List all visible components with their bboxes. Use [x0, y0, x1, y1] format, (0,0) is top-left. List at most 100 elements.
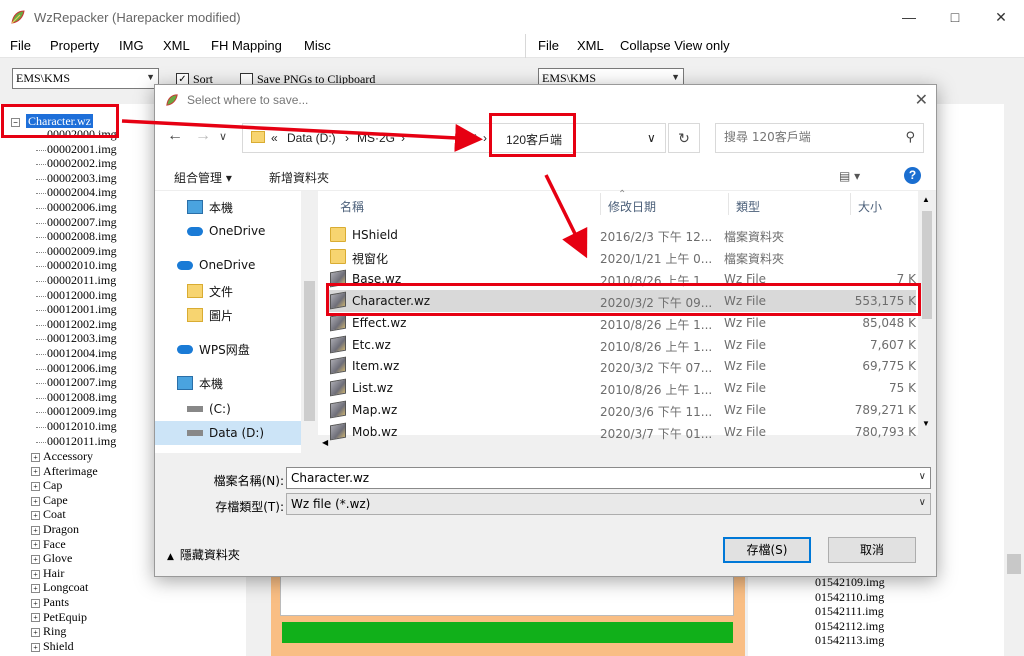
- tree-img-item[interactable]: 00012002.img: [47, 317, 117, 331]
- refresh-button[interactable]: ↻: [668, 123, 700, 153]
- file-row[interactable]: HShield 2016/2/3 下午 12... 檔案資料夾: [326, 224, 916, 246]
- save-button[interactable]: 存檔(S): [723, 537, 811, 563]
- expand-icon[interactable]: +: [31, 481, 40, 491]
- tree-folder-item[interactable]: + Ring: [31, 624, 66, 638]
- tree-img-item[interactable]: 00012006.img: [47, 361, 117, 375]
- search-input[interactable]: [724, 130, 894, 144]
- chevron-down-icon[interactable]: ∨: [919, 471, 926, 482]
- menu-img[interactable]: IMG: [119, 38, 144, 53]
- file-row[interactable]: 視窗化 2020/1/21 上午 0... 檔案資料夾: [326, 246, 916, 268]
- tree-img-item[interactable]: 00012010.img: [47, 419, 117, 433]
- nav-item-8[interactable]: Data (D:): [155, 421, 301, 445]
- expand-icon[interactable]: +: [31, 511, 40, 521]
- scroll-thumb[interactable]: [1007, 554, 1021, 574]
- column-divider[interactable]: [600, 193, 601, 215]
- tree-img-item[interactable]: 00012001.img: [47, 302, 117, 316]
- column-divider[interactable]: [850, 193, 851, 215]
- right-tree-img-item[interactable]: 01542112.img: [815, 619, 884, 633]
- expand-icon[interactable]: +: [31, 613, 40, 623]
- close-button[interactable]: ✕: [978, 0, 1024, 34]
- tree-folder-item[interactable]: + Coat: [31, 507, 66, 521]
- tree-img-item[interactable]: 00012008.img: [47, 390, 117, 404]
- nav-item-3[interactable]: 文件: [155, 279, 301, 303]
- help-icon[interactable]: ?: [904, 167, 921, 184]
- filename-input[interactable]: Character.wz ∨: [286, 467, 931, 489]
- expand-icon[interactable]: +: [31, 627, 40, 637]
- back-arrow-icon[interactable]: ←: [167, 127, 183, 145]
- tree-img-item[interactable]: 00012003.img: [47, 331, 117, 345]
- expand-icon[interactable]: +: [31, 452, 40, 462]
- tree-folder-item[interactable]: + Hair: [31, 566, 64, 580]
- menu-right-xml[interactable]: XML: [577, 38, 604, 53]
- file-row[interactable]: Item.wz 2020/3/2 下午 07... Wz File 69,775 K: [326, 355, 916, 377]
- address-dropdown-icon[interactable]: ∨: [647, 131, 656, 145]
- tree-img-item[interactable]: 00012004.img: [47, 346, 117, 360]
- expand-icon[interactable]: +: [31, 467, 40, 477]
- menu-collapse-view[interactable]: Collapse View only: [620, 38, 730, 53]
- cancel-button[interactable]: 取消: [828, 537, 916, 563]
- chevron-down-icon[interactable]: ∨: [919, 497, 926, 508]
- tree-folder-item[interactable]: + Accessory: [31, 449, 93, 463]
- scroll-up-icon[interactable]: ▲: [922, 195, 930, 204]
- menu-property[interactable]: Property: [50, 38, 99, 53]
- tree-folder-item[interactable]: + Glove: [31, 551, 72, 565]
- address-overflow[interactable]: «: [271, 131, 278, 145]
- nav-item-1[interactable]: OneDrive: [155, 219, 301, 243]
- tree-folder-item[interactable]: + Pants: [31, 595, 69, 609]
- tree-img-item[interactable]: 00002003.img: [47, 171, 117, 185]
- menu-misc[interactable]: Misc: [304, 38, 331, 53]
- address-separator[interactable]: ›: [483, 131, 487, 145]
- expand-icon[interactable]: +: [31, 642, 40, 652]
- address-segment-data-d[interactable]: Data (D:): [287, 131, 336, 145]
- right-tree-img-item[interactable]: 01542109.img: [815, 575, 885, 589]
- address-separator[interactable]: ›: [345, 131, 349, 145]
- dialog-close-icon[interactable]: ✕: [915, 90, 928, 110]
- left-region-select[interactable]: EMS\KMS ▼: [12, 68, 159, 89]
- column-header-name[interactable]: 名稱: [340, 191, 364, 217]
- file-list-scrollbar[interactable]: ▲ ▼: [918, 191, 936, 453]
- scroll-down-icon[interactable]: ▼: [922, 419, 930, 428]
- column-header-size[interactable]: 大小: [858, 191, 882, 217]
- tree-img-item[interactable]: 00002010.img: [47, 258, 117, 272]
- tree-folder-item[interactable]: + Dragon: [31, 522, 79, 536]
- menu-file[interactable]: File: [10, 38, 31, 53]
- nav-item-4[interactable]: 圖片: [155, 303, 301, 327]
- address-segment-client[interactable]: lient: [455, 131, 477, 145]
- nav-item-6[interactable]: 本機: [155, 371, 301, 395]
- hide-folders-toggle[interactable]: ▲ 隱藏資料夾: [167, 546, 240, 563]
- tree-img-item[interactable]: 00002009.img: [47, 244, 117, 258]
- nav-item-7[interactable]: (C:): [155, 397, 301, 421]
- right-tree-img-item[interactable]: 01542110.img: [815, 590, 884, 604]
- column-header-type[interactable]: 類型: [736, 191, 760, 217]
- tree-img-item[interactable]: 00002001.img: [47, 142, 117, 156]
- tree-img-item[interactable]: 00012000.img: [47, 288, 117, 302]
- new-folder-button[interactable]: 新增資料夾: [269, 169, 329, 186]
- expand-icon[interactable]: +: [31, 554, 40, 564]
- tree-img-item[interactable]: 00012009.img: [47, 404, 117, 418]
- view-menu-icon[interactable]: ▤ ▾: [839, 169, 860, 183]
- expand-icon[interactable]: +: [31, 598, 40, 608]
- nav-item-5[interactable]: WPS网盘: [155, 337, 301, 361]
- tree-folder-item[interactable]: + Face: [31, 537, 66, 551]
- scroll-thumb[interactable]: [304, 281, 315, 421]
- maximize-button[interactable]: □: [932, 0, 978, 34]
- tree-img-item[interactable]: 00012011.img: [47, 434, 116, 448]
- menu-right-file[interactable]: File: [538, 38, 559, 53]
- column-divider[interactable]: [728, 193, 729, 215]
- address-separator[interactable]: ›: [401, 131, 405, 145]
- tree-folder-item[interactable]: + PetEquip: [31, 610, 87, 624]
- search-box[interactable]: ⚲: [715, 123, 924, 153]
- tree-img-item[interactable]: 00012007.img: [47, 375, 117, 389]
- tree-folder-item[interactable]: + Longcoat: [31, 580, 88, 594]
- tree-img-item[interactable]: 00002002.img: [47, 156, 117, 170]
- nav-item-2[interactable]: OneDrive: [155, 253, 301, 277]
- file-row[interactable]: Mob.wz 2020/3/7 下午 01... Wz File 780,793 K: [326, 421, 916, 443]
- tree-folder-item[interactable]: + Cap: [31, 478, 62, 492]
- menu-xml[interactable]: XML: [163, 38, 190, 53]
- expand-icon[interactable]: +: [31, 540, 40, 550]
- tree-img-item[interactable]: 00002011.img: [47, 273, 116, 287]
- column-header-date[interactable]: 修改日期: [608, 191, 656, 217]
- tree-img-item[interactable]: 00002006.img: [47, 200, 117, 214]
- tree-img-item[interactable]: 00002004.img: [47, 185, 117, 199]
- recent-chevron-icon[interactable]: ∨: [219, 130, 227, 143]
